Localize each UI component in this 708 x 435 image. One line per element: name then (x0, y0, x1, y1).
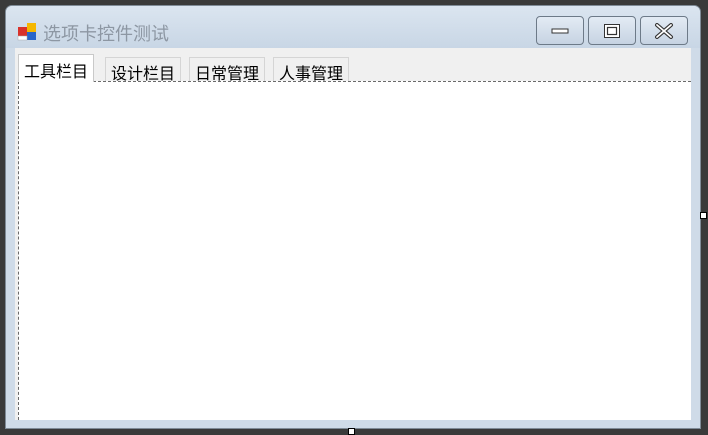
maximize-icon (604, 23, 620, 38)
close-button[interactable] (640, 16, 688, 45)
resize-handle-bottom[interactable] (348, 428, 355, 435)
close-icon (655, 22, 673, 39)
tab-design[interactable]: 设计栏目 (105, 57, 182, 83)
form-client-area: 工具栏目 设计栏目 日常管理 人事管理 (15, 48, 691, 420)
tab-strip: 工具栏目 设计栏目 日常管理 人事管理 (15, 51, 691, 83)
form-window: 选项卡控件测试 工具栏目 设计栏目 日常管理 人事管理 (5, 5, 701, 429)
minimize-button[interactable] (536, 16, 584, 45)
resize-handle-right[interactable] (700, 212, 707, 219)
window-title: 选项卡控件测试 (43, 24, 169, 45)
tab-page-content[interactable] (18, 81, 691, 420)
title-bar[interactable]: 选项卡控件测试 (6, 6, 700, 48)
tab-label: 工具栏目 (24, 62, 89, 81)
tab-hr-management[interactable]: 人事管理 (273, 57, 350, 83)
minimize-icon (551, 28, 569, 33)
windows-form-icon (17, 23, 36, 41)
tab-daily-management[interactable]: 日常管理 (189, 57, 266, 83)
maximize-button[interactable] (588, 16, 636, 45)
tab-tools[interactable]: 工具栏目 (18, 54, 95, 82)
